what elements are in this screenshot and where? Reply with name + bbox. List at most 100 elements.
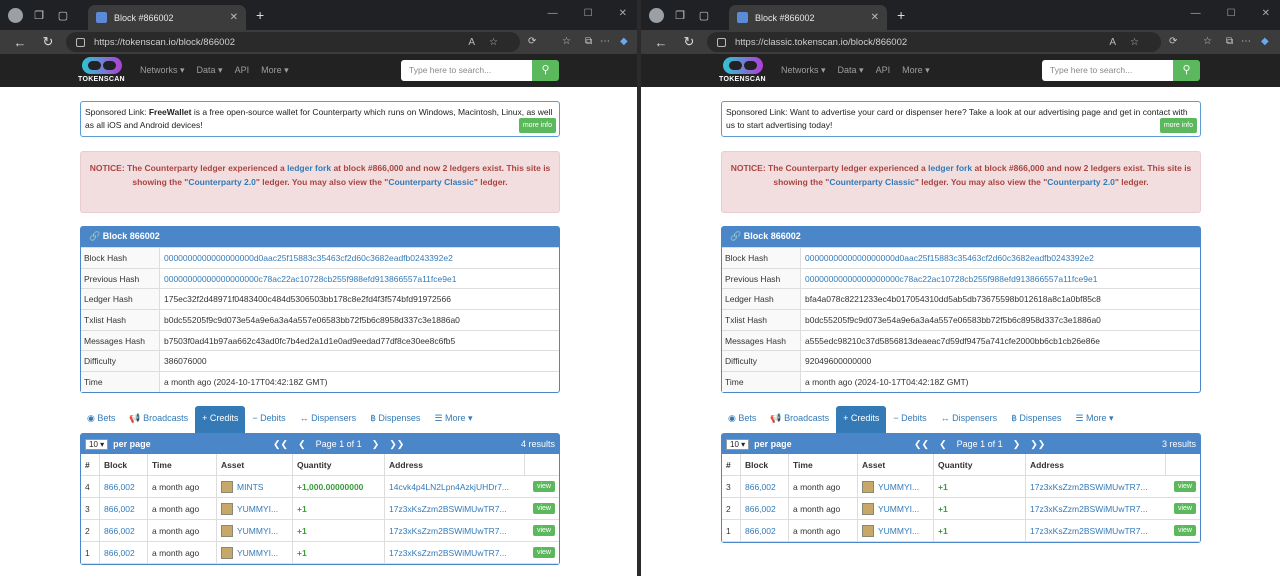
search-input[interactable]: Type here to search... <box>401 60 532 81</box>
nav-menu-item[interactable]: Networks ▾ <box>781 65 826 76</box>
address-link[interactable]: 17z3xKsZzm2BSWiMUwTR7... <box>385 498 525 519</box>
close-tab-icon[interactable]: ✕ <box>230 12 238 23</box>
tab-item[interactable]: ↔ Dispensers <box>934 406 1005 433</box>
first-page-icon[interactable]: ❮❮ <box>273 439 288 450</box>
address-link[interactable]: 17z3xKsZzm2BSWiMUwTR7... <box>1026 498 1166 519</box>
maximize-icon[interactable]: ☐ <box>1227 8 1236 19</box>
tab-item[interactable]: 📢 Broadcasts <box>763 406 836 433</box>
nav-menu-item[interactable]: Data ▾ <box>838 65 864 76</box>
minimize-icon[interactable]: — <box>1191 8 1201 19</box>
minimize-icon[interactable]: — <box>548 8 558 19</box>
ledger-fork-link[interactable]: ledger fork <box>928 163 972 173</box>
asset-link[interactable]: YUMMYI... <box>237 548 278 558</box>
tab-item[interactable]: ฿ Dispenses <box>363 406 427 433</box>
copilot-icon[interactable]: ◆ <box>620 36 628 47</box>
other-ledger-link[interactable]: Counterparty Classic <box>388 177 474 187</box>
search-button[interactable]: ⚲ <box>532 60 559 81</box>
read-aloud-favorite-icons[interactable]: A☆ <box>468 37 512 48</box>
asset-link[interactable]: MINTS <box>237 482 263 492</box>
asset-link[interactable]: YUMMYI... <box>878 482 919 492</box>
workspaces-icon[interactable]: ❐ <box>31 7 47 23</box>
asset-link[interactable]: YUMMYI... <box>878 504 919 514</box>
view-button[interactable]: view <box>532 481 555 492</box>
tab-actions-icon[interactable]: ▢ <box>696 7 712 23</box>
block-link[interactable]: 866,002 <box>100 476 148 497</box>
asset-link[interactable]: YUMMYI... <box>237 504 278 514</box>
more-info-button[interactable]: more info <box>1159 118 1197 133</box>
url-field[interactable]: https://tokenscan.io/block/866002 A☆ <box>66 32 520 52</box>
close-window-icon[interactable]: ✕ <box>619 8 627 19</box>
address-link[interactable]: 17z3xKsZzm2BSWiMUwTR7... <box>1026 520 1166 541</box>
profile-avatar[interactable] <box>649 7 664 23</box>
favorites-icon[interactable]: ☆ <box>1203 36 1212 47</box>
per-page-select[interactable]: 10 ▾ <box>726 438 750 450</box>
refresh-icon[interactable]: ↻ <box>40 34 56 50</box>
block-link[interactable]: 866,002 <box>741 498 789 519</box>
current-ledger-link[interactable]: Counterparty 2.0 <box>188 177 256 187</box>
tab-item[interactable]: 📢 Broadcasts <box>122 406 195 433</box>
profile-avatar[interactable] <box>8 7 23 23</box>
nav-menu-item[interactable]: More ▾ <box>902 65 930 76</box>
tab-item[interactable]: ฿ Dispenses <box>1004 406 1068 433</box>
tab-item[interactable]: + Credits <box>195 406 246 433</box>
ledger-fork-link[interactable]: ledger fork <box>287 163 331 173</box>
tab-item[interactable]: ◉ Bets <box>80 406 122 433</box>
nav-menu-item[interactable]: API <box>876 65 891 76</box>
block-link[interactable]: 866,002 <box>100 542 148 563</box>
next-page-icon[interactable]: ❯ <box>1013 439 1021 450</box>
per-page-select[interactable]: 10 ▾ <box>85 438 109 450</box>
block-link[interactable]: 866,002 <box>100 520 148 541</box>
refresh-icon[interactable]: ↻ <box>681 34 697 50</box>
last-page-icon[interactable]: ❯❯ <box>389 439 404 450</box>
asset-link[interactable]: YUMMYI... <box>237 526 278 536</box>
menu-icon[interactable]: ⋯ <box>600 36 610 47</box>
nav-menu-item[interactable]: API <box>235 65 250 76</box>
tokenscan-logo[interactable]: TOKENSCAN <box>78 56 126 86</box>
block-link[interactable]: 866,002 <box>100 498 148 519</box>
back-icon[interactable]: ← <box>653 35 669 50</box>
next-page-icon[interactable]: ❯ <box>372 439 380 450</box>
address-link[interactable]: 17z3xKsZzm2BSWiMUwTR7... <box>1026 476 1166 497</box>
view-button[interactable]: view <box>532 525 555 536</box>
browser-tab[interactable]: Block #866002 ✕ <box>729 5 887 30</box>
tab-actions-icon[interactable]: ▢ <box>55 7 71 23</box>
address-link[interactable]: 14cvk4p4LN2Lpn4AzkjUHDr7... <box>385 476 525 497</box>
maximize-icon[interactable]: ☐ <box>584 8 593 19</box>
favorites-icon[interactable]: ☆ <box>562 36 571 47</box>
collections-icon[interactable]: ⧉ <box>585 36 592 47</box>
view-button[interactable]: view <box>532 503 555 514</box>
current-ledger-link[interactable]: Counterparty Classic <box>829 177 915 187</box>
block-info-value[interactable]: 0000000000000000000d0aac25f15883c35463cf… <box>801 253 1094 263</box>
tab-item[interactable]: ☰ More ▾ <box>1068 406 1120 433</box>
block-link[interactable]: 866,002 <box>741 476 789 497</box>
nav-menu-item[interactable]: Data ▾ <box>197 65 223 76</box>
block-link[interactable]: 866,002 <box>741 520 789 541</box>
tab-item[interactable]: ☰ More ▾ <box>427 406 479 433</box>
tab-item[interactable]: ◉ Bets <box>721 406 763 433</box>
close-tab-icon[interactable]: ✕ <box>871 12 879 23</box>
new-tab-icon[interactable]: + <box>256 7 264 23</box>
read-aloud-favorite-icons[interactable]: A☆ <box>1109 37 1153 48</box>
extensions-icon[interactable]: ⟳ <box>1169 36 1177 47</box>
more-info-button[interactable]: more info <box>518 118 556 133</box>
address-link[interactable]: 17z3xKsZzm2BSWiMUwTR7... <box>385 542 525 563</box>
address-link[interactable]: 17z3xKsZzm2BSWiMUwTR7... <box>385 520 525 541</box>
asset-link[interactable]: YUMMYI... <box>878 526 919 536</box>
extensions-icon[interactable]: ⟳ <box>528 36 536 47</box>
close-window-icon[interactable]: ✕ <box>1262 8 1270 19</box>
tokenscan-logo[interactable]: TOKENSCAN <box>719 56 767 86</box>
block-info-value[interactable]: 00000000000000000000c78ac22ac10728cb255f… <box>801 274 1097 284</box>
view-button[interactable]: view <box>1173 503 1196 514</box>
back-icon[interactable]: ← <box>12 35 28 50</box>
sponsor-name[interactable]: FreeWallet <box>149 107 192 117</box>
menu-icon[interactable]: ⋯ <box>1241 36 1251 47</box>
tab-item[interactable]: + Credits <box>836 406 887 433</box>
tab-item[interactable]: − Debits <box>886 406 933 433</box>
copilot-icon[interactable]: ◆ <box>1261 36 1269 47</box>
block-info-value[interactable]: 0000000000000000000d0aac25f15883c35463cf… <box>160 253 453 263</box>
view-button[interactable]: view <box>1173 481 1196 492</box>
search-input[interactable]: Type here to search... <box>1042 60 1173 81</box>
first-page-icon[interactable]: ❮❮ <box>914 439 929 450</box>
url-field[interactable]: https://classic.tokenscan.io/block/86600… <box>707 32 1161 52</box>
browser-tab[interactable]: Block #866002 ✕ <box>88 5 246 30</box>
